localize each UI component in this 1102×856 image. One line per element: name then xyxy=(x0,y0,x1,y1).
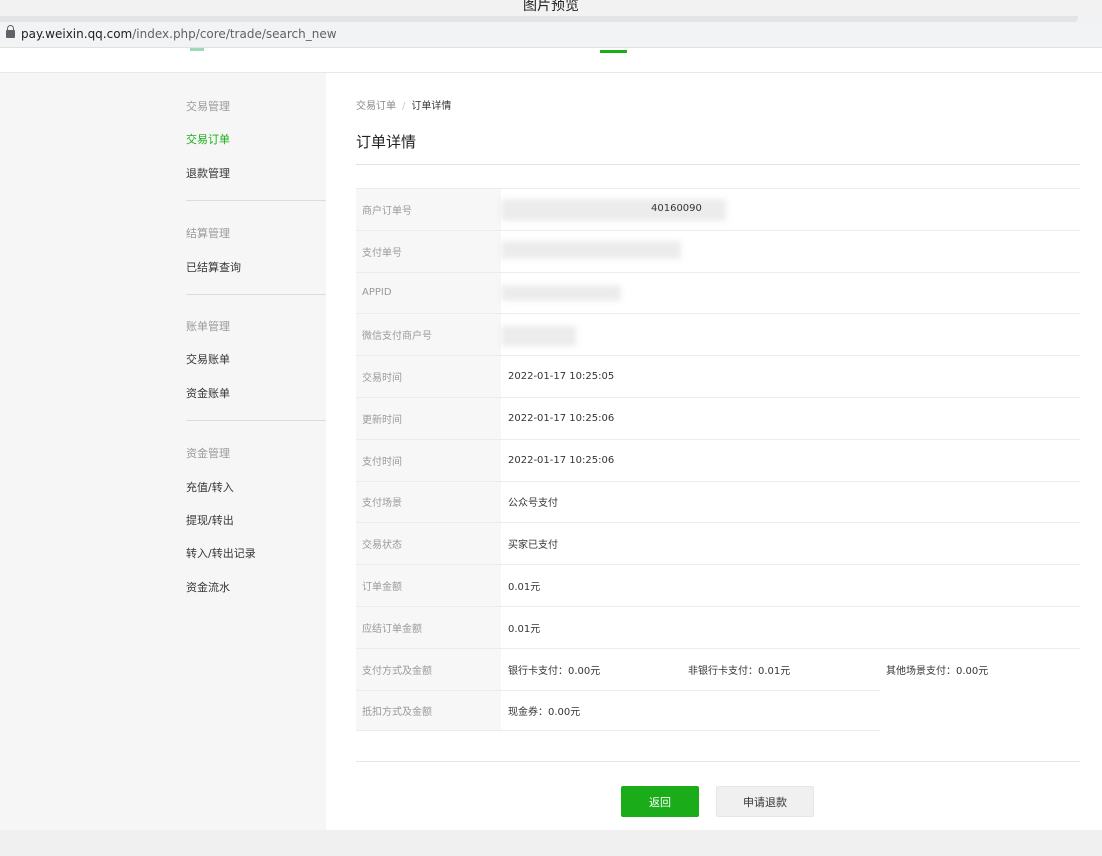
main-content: 交易订单 / 订单详情 订单详情 商户订单号 40160090 支付单号 APPID… xyxy=(326,73,1102,830)
detail-row-merchant-order-no: 商户订单号 40160090 xyxy=(356,188,1080,230)
detail-value-bank-card: 银行卡支付：0.00元 xyxy=(508,665,601,677)
sidebar-item-trade-bill[interactable]: 交易账单 xyxy=(186,351,230,367)
detail-value-partial: 40160090 xyxy=(651,202,702,214)
detail-label: 支付方式及金额 xyxy=(356,648,501,690)
active-nav-indicator xyxy=(600,50,627,53)
sidebar-item-fund-bill[interactable]: 资金账单 xyxy=(186,385,230,401)
detail-label: 更新时间 xyxy=(356,397,501,439)
detail-value: 0.01元 xyxy=(508,582,541,594)
apply-refund-button[interactable]: 申请退款 xyxy=(716,786,814,817)
detail-value-non-bank-card: 非银行卡支付：0.01元 xyxy=(688,665,791,677)
redacted-value xyxy=(501,326,576,347)
sidebar-item-refunds[interactable]: 退款管理 xyxy=(186,165,230,181)
url-text[interactable]: pay.weixin.qq.com/index.php/core/trade/s… xyxy=(21,27,337,41)
sidebar-group-funds: 资金管理 xyxy=(186,447,230,460)
detail-label: 支付场景 xyxy=(356,481,501,523)
detail-row-pay-method: 支付方式及金额 银行卡支付：0.00元 非银行卡支付：0.01元 其他场景支付：… xyxy=(356,647,1080,690)
back-button[interactable]: 返回 xyxy=(621,786,699,817)
page-title: 订单详情 xyxy=(356,133,417,151)
detail-label: APPID xyxy=(356,272,501,314)
sidebar-group-bills: 账单管理 xyxy=(186,320,230,333)
sidebar-group-settlement: 结算管理 xyxy=(186,227,230,240)
title-divider xyxy=(356,164,1080,165)
order-detail-table: 商户订单号 40160090 支付单号 APPID 微信支付商户号 交易时间 2… xyxy=(356,188,1080,732)
detail-row-appid: APPID xyxy=(356,271,1080,314)
detail-label: 支付单号 xyxy=(356,230,501,272)
top-navigation xyxy=(0,48,1102,73)
sidebar-item-settled-query[interactable]: 已结算查询 xyxy=(186,259,241,275)
detail-label: 应结订单金额 xyxy=(356,606,501,648)
detail-label: 抵扣方式及金额 xyxy=(356,690,501,731)
button-divider xyxy=(356,761,1080,762)
address-bar[interactable]: pay.weixin.qq.com/index.php/core/trade/s… xyxy=(0,22,1102,48)
breadcrumb-current: 订单详情 xyxy=(411,101,452,112)
url-host: pay.weixin.qq.com xyxy=(21,27,133,41)
detail-row-status: 交易状态 买家已支付 xyxy=(356,522,1080,565)
detail-label: 交易时间 xyxy=(356,356,501,397)
detail-row-settle-amount: 应结订单金额 0.01元 xyxy=(356,605,1080,648)
detail-row-trade-time: 交易时间 2022-01-17 10:25:05 xyxy=(356,355,1080,397)
breadcrumb: 交易订单 / 订单详情 xyxy=(356,97,451,112)
detail-label: 订单金额 xyxy=(356,565,501,606)
sidebar-item-withdraw[interactable]: 提现/转出 xyxy=(186,512,234,528)
sidebar: 交易管理 交易订单 退款管理 结算管理 已结算查询 账单管理 交易账单 资金账单… xyxy=(0,73,326,830)
detail-row-discount: 抵扣方式及金额 现金券：0.00元 xyxy=(356,689,880,732)
detail-value: 2022-01-17 10:25:06 xyxy=(508,454,615,466)
detail-value-other: 其他场景支付：0.00元 xyxy=(886,665,989,677)
sidebar-item-fund-flow[interactable]: 资金流水 xyxy=(186,579,230,595)
url-path: /index.php/core/trade/search_new xyxy=(132,27,337,41)
redacted-value xyxy=(501,240,681,259)
window-title-bar: 图片预览 xyxy=(0,0,1102,22)
sidebar-divider xyxy=(186,294,326,295)
detail-value: 2022-01-17 10:25:06 xyxy=(508,412,615,424)
detail-row-update-time: 更新时间 2022-01-17 10:25:06 xyxy=(356,396,1080,439)
detail-value: 买家已支付 xyxy=(508,540,558,552)
detail-label: 商户订单号 xyxy=(356,189,501,230)
detail-value: 2022-01-17 10:25:05 xyxy=(508,371,615,383)
detail-row-scene: 支付场景 公众号支付 xyxy=(356,480,1080,523)
lock-icon xyxy=(6,25,15,38)
sidebar-item-trade-orders[interactable]: 交易订单 xyxy=(186,131,230,147)
detail-row-order-amount: 订单金额 0.01元 xyxy=(356,564,1080,606)
sidebar-item-transfer-records[interactable]: 转入/转出记录 xyxy=(186,545,256,561)
detail-row-pay-time: 支付时间 2022-01-17 10:25:06 xyxy=(356,438,1080,481)
redacted-value xyxy=(501,284,621,301)
detail-label: 交易状态 xyxy=(356,523,501,565)
sidebar-item-recharge[interactable]: 充值/转入 xyxy=(186,479,234,495)
sidebar-divider xyxy=(186,200,326,201)
logo xyxy=(190,48,204,51)
breadcrumb-separator: / xyxy=(402,101,406,112)
window-title: 图片预览 xyxy=(523,0,579,14)
detail-value: 公众号支付 xyxy=(508,498,558,510)
detail-label: 微信支付商户号 xyxy=(356,314,501,356)
detail-value: 0.01元 xyxy=(508,623,541,635)
sidebar-group-trade: 交易管理 xyxy=(186,100,230,113)
breadcrumb-parent[interactable]: 交易订单 xyxy=(356,101,396,112)
detail-label: 支付时间 xyxy=(356,439,501,481)
sidebar-divider xyxy=(186,420,326,421)
detail-row-pay-order-no: 支付单号 xyxy=(356,229,1080,272)
detail-row-mch-id: 微信支付商户号 xyxy=(356,313,1080,356)
page-footer-area xyxy=(0,830,1102,856)
detail-value: 现金券：0.00元 xyxy=(508,706,581,718)
